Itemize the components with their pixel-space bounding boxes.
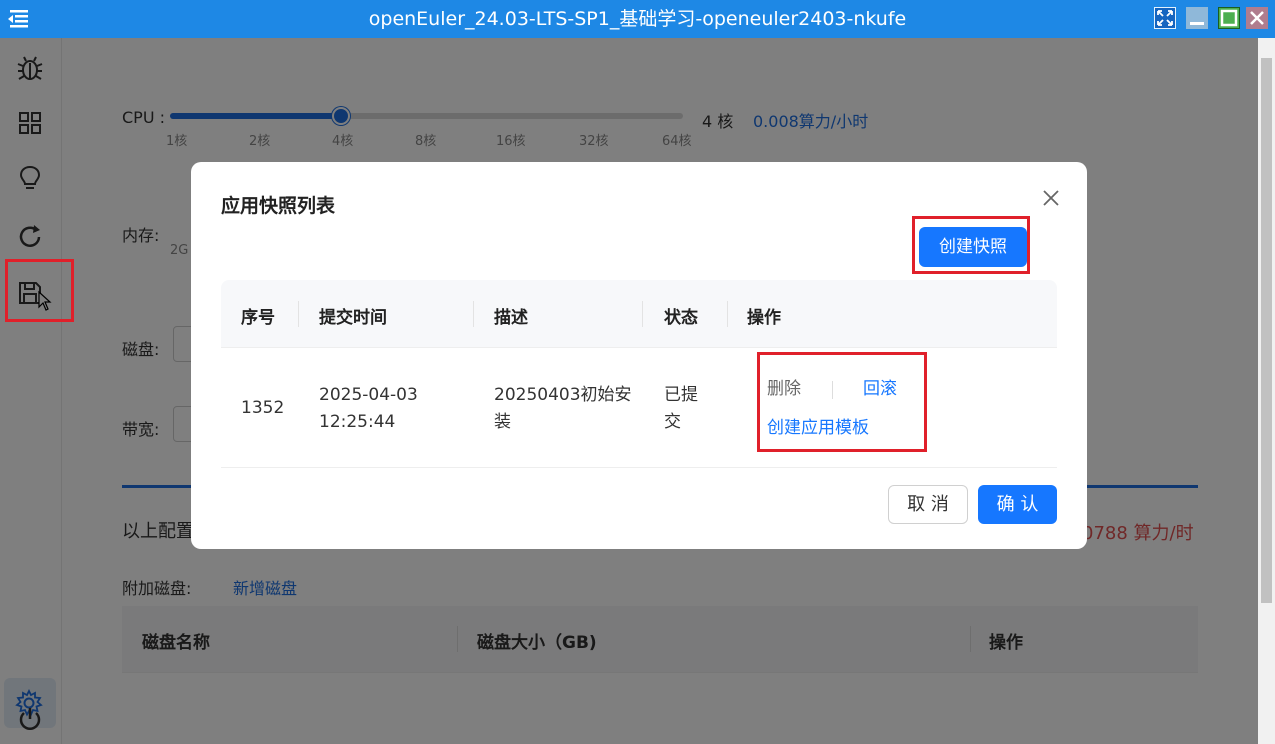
- maximize-button[interactable]: [1218, 7, 1240, 29]
- row-time-date: 2025-04-03: [319, 385, 418, 405]
- row-id: 1352: [241, 398, 285, 418]
- save-icon-highlight: [5, 259, 74, 322]
- close-window-button[interactable]: [1246, 7, 1268, 29]
- row-status-cont: 交: [664, 412, 681, 432]
- scrollbar-thumb[interactable]: [1261, 58, 1272, 603]
- create-template-link[interactable]: 创建应用模板: [767, 415, 869, 442]
- col-separator: [642, 301, 643, 327]
- col-time: 提交时间: [319, 308, 387, 328]
- col-separator: [727, 301, 728, 327]
- delete-link[interactable]: 删除: [767, 376, 801, 403]
- confirm-button[interactable]: 确 认: [978, 485, 1057, 524]
- snapshot-table-header: 序号 提交时间 描述 状态 操作: [221, 280, 1057, 348]
- minimize-icon: [1190, 22, 1204, 25]
- row-status: 已提: [664, 385, 698, 405]
- close-icon[interactable]: [1039, 186, 1063, 210]
- minimize-button[interactable]: [1186, 7, 1208, 29]
- fullscreen-icon: [1157, 10, 1173, 26]
- op-separator: [832, 381, 833, 399]
- snapshot-list-modal: 应用快照列表 创建快照 序号 提交时间 描述 状态 操作 1352 2025-0…: [191, 162, 1087, 549]
- window-title: openEuler_24.03-LTS-SP1_基础学习-openeuler24…: [368, 8, 907, 30]
- col-status: 状态: [664, 308, 698, 328]
- col-separator: [473, 301, 474, 327]
- col-id: 序号: [241, 308, 275, 328]
- row-time-clock: 12:25:44: [319, 412, 396, 432]
- cancel-button[interactable]: 取 消: [888, 485, 968, 524]
- col-desc: 描述: [494, 308, 528, 328]
- close-icon: [1250, 11, 1264, 25]
- modal-title: 应用快照列表: [221, 195, 336, 217]
- scrollbar[interactable]: [1258, 38, 1275, 744]
- fullscreen-button[interactable]: [1154, 7, 1176, 29]
- rollback-link[interactable]: 回滚: [863, 376, 897, 403]
- row-divider: [221, 467, 1057, 468]
- create-snapshot-button[interactable]: 创建快照: [919, 227, 1027, 267]
- row-desc: 20250403初始安: [494, 385, 632, 405]
- col-ops: 操作: [747, 308, 781, 328]
- title-bar: openEuler_24.03-LTS-SP1_基础学习-openeuler24…: [0, 0, 1275, 38]
- col-separator: [298, 301, 299, 327]
- row-desc-cont: 装: [494, 412, 511, 432]
- maximize-icon: [1220, 9, 1238, 27]
